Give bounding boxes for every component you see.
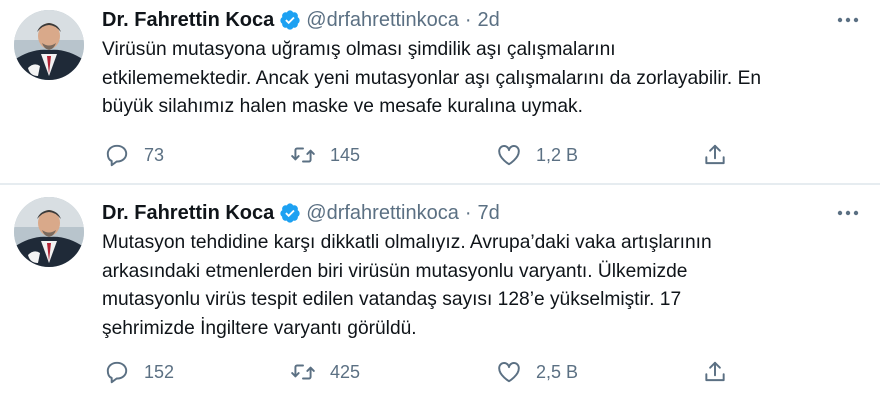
share-button[interactable] (702, 140, 728, 170)
separator-dot: · (464, 201, 472, 224)
retweet-icon (290, 359, 316, 385)
author-name[interactable]: Dr. Fahrettin Koca (102, 9, 274, 32)
share-button[interactable] (702, 357, 728, 387)
author-name[interactable]: Dr. Fahrettin Koca (102, 202, 274, 225)
tweet[interactable]: Dr. Fahrettin Koca @drfahrettinkoca · 2d… (0, 0, 880, 184)
tweet-timestamp[interactable]: 2d (478, 9, 500, 32)
retweet-icon (290, 142, 316, 168)
reply-button[interactable]: 73 (104, 140, 164, 170)
tweet-header: Dr. Fahrettin Koca @drfahrettinkoca · 7d (102, 201, 500, 225)
like-count: 2,5 B (536, 361, 579, 382)
tweet[interactable]: Dr. Fahrettin Koca @drfahrettinkoca · 7d… (0, 185, 880, 406)
tweet-text-line: etkilememektedir. Ancak yeni mutasyonlar… (102, 67, 762, 89)
tweet-text-line: şehrimizde İngiltere varyantı görüldü. (102, 317, 417, 339)
like-count: 1,2 B (536, 144, 579, 165)
tweet-text-line: büyük silahımız halen maske ve mesafe ku… (102, 96, 583, 117)
retweet-count: 425 (330, 361, 361, 382)
tweet-text-line: Virüsün mutasyona uğramış olması şimdili… (102, 39, 616, 60)
avatar[interactable] (14, 197, 84, 267)
tweet-text-line: Mutasyon tehdidine karşı dikkatli olmalı… (102, 232, 712, 253)
reply-count: 73 (144, 144, 165, 165)
separator-dot: · (464, 8, 472, 31)
like-button[interactable]: 2,5 B (496, 357, 578, 387)
author-handle[interactable]: @drfahrettinkoca (306, 9, 459, 32)
retweet-button[interactable]: 145 (290, 140, 360, 170)
tweet-actions: 73 145 1,2 B (104, 140, 744, 170)
verified-badge-icon (279, 202, 301, 224)
like-icon (496, 142, 522, 168)
share-icon (702, 142, 728, 168)
reply-button[interactable]: 152 (104, 357, 174, 387)
tweet-text-line: arkasındaki etmenlerden biri virüsün mut… (102, 260, 688, 282)
tweet-actions: 152 425 2,5 B (104, 357, 744, 387)
reply-icon (104, 142, 130, 168)
like-icon (496, 359, 522, 385)
tweet-text: Virüsün mutasyona uğramış olması şimdili… (102, 36, 862, 122)
tweet-timestamp[interactable]: 7d (478, 202, 500, 225)
more-options-icon[interactable] (836, 10, 860, 30)
tweet-header: Dr. Fahrettin Koca @drfahrettinkoca · 2d (102, 8, 500, 32)
share-icon (702, 359, 728, 385)
retweet-count: 145 (330, 144, 361, 165)
reply-icon (104, 359, 130, 385)
tweet-text-line: mutasyonlu virüs tespit edilen vatandaş … (102, 289, 682, 310)
tweet-text: Mutasyon tehdidine karşı dikkatli olmalı… (102, 229, 862, 343)
avatar[interactable] (14, 10, 84, 80)
reply-count: 152 (144, 361, 175, 382)
retweet-button[interactable]: 425 (290, 357, 360, 387)
verified-badge-icon (279, 9, 301, 31)
more-options-icon[interactable] (836, 203, 860, 223)
author-handle[interactable]: @drfahrettinkoca (306, 202, 459, 225)
like-button[interactable]: 1,2 B (496, 140, 578, 170)
tweet-feed: Dr. Fahrettin Koca @drfahrettinkoca · 2d… (0, 0, 880, 406)
